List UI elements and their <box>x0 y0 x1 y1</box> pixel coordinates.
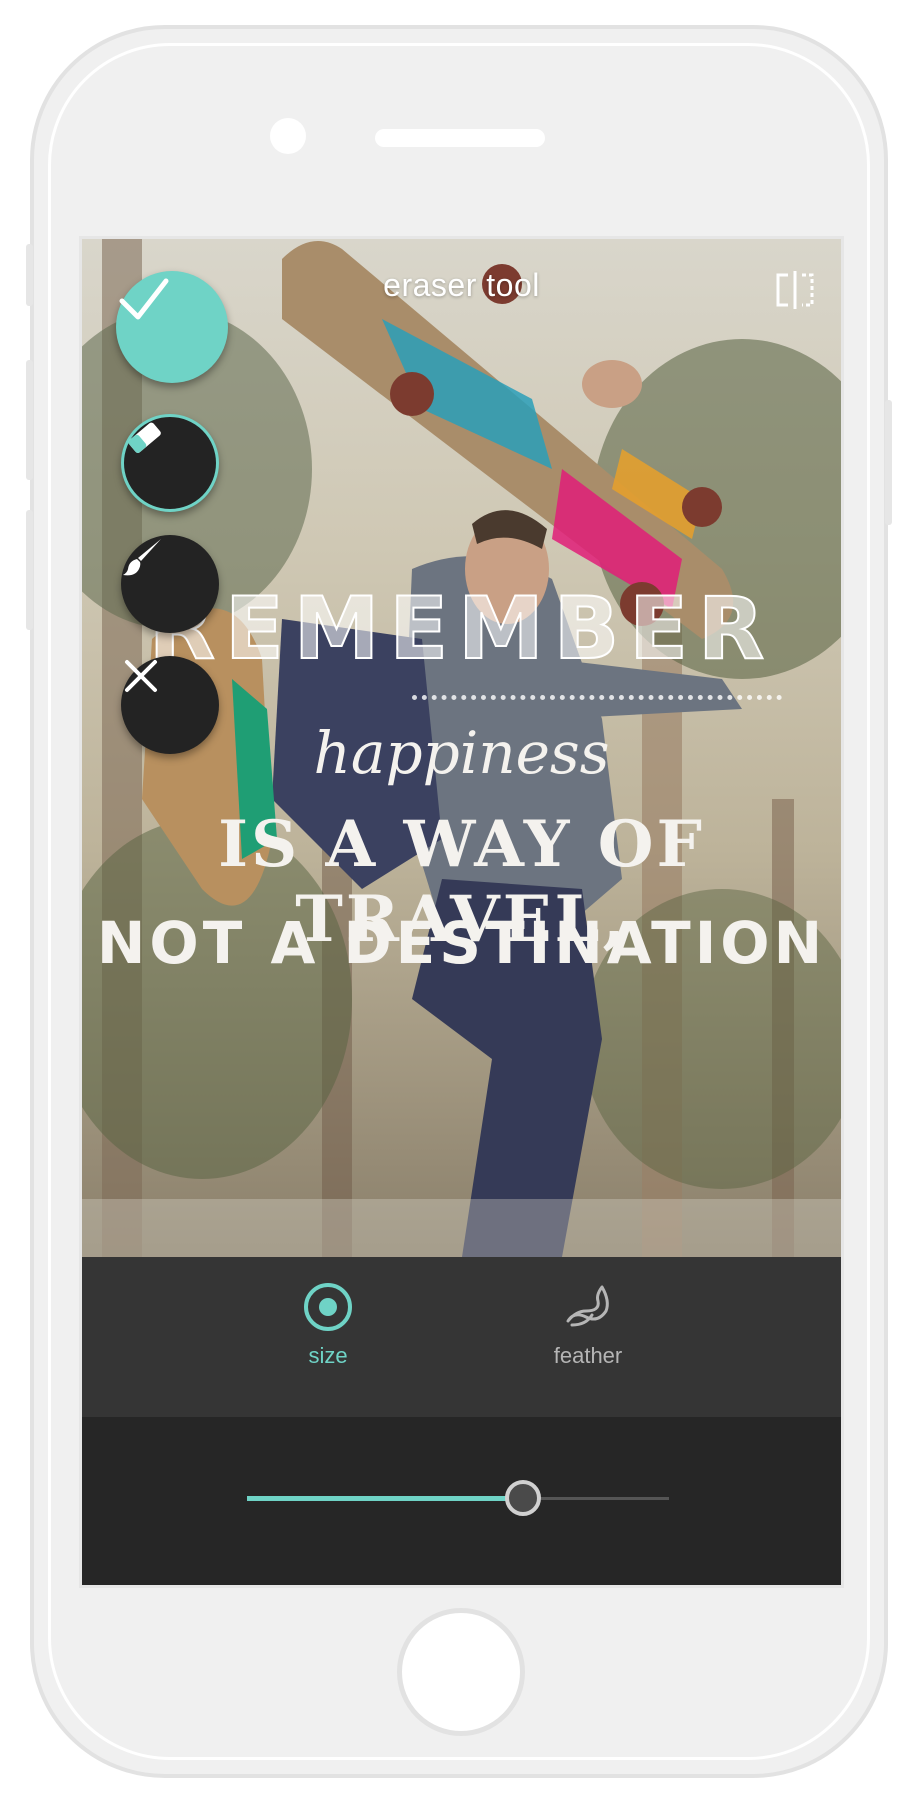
size-slider-area <box>82 1417 841 1585</box>
size-label: size <box>308 1343 348 1368</box>
brush-tool-button[interactable] <box>121 535 219 633</box>
slider-fill <box>247 1496 524 1501</box>
phone-side-button-volume-up <box>26 360 33 480</box>
feather-label: feather <box>553 1343 623 1368</box>
size-option[interactable]: size <box>228 1281 428 1369</box>
front-camera <box>270 118 306 154</box>
slider-knob[interactable] <box>505 1480 542 1516</box>
app-screen: REMEMBER happiness IS A WAY OF TRAVEL, N… <box>79 236 844 1588</box>
close-icon <box>125 660 157 692</box>
feather-option[interactable]: feather <box>488 1281 688 1369</box>
checkmark-icon <box>119 278 169 320</box>
compare-split-icon[interactable] <box>774 271 816 309</box>
phone-side-button-mute <box>26 244 33 306</box>
radio-target-icon <box>304 1283 352 1331</box>
phone-side-button-volume-down <box>26 510 33 630</box>
eraser-icon <box>128 422 161 453</box>
photo-canvas[interactable]: REMEMBER happiness IS A WAY OF TRAVEL, N… <box>82 239 841 1257</box>
quote-divider <box>412 695 782 700</box>
phone-side-button-power <box>885 400 892 525</box>
quote-line-destination: NOT A DESTINATION <box>96 909 827 977</box>
brush-icon <box>123 539 161 576</box>
tool-options-panel: size feather <box>82 1257 841 1417</box>
earpiece-speaker <box>375 129 545 147</box>
eraser-tool-button[interactable] <box>121 414 219 512</box>
done-button[interactable] <box>116 271 228 383</box>
feather-icon <box>566 1285 609 1327</box>
close-button[interactable] <box>121 656 219 754</box>
home-button[interactable] <box>397 1608 525 1736</box>
